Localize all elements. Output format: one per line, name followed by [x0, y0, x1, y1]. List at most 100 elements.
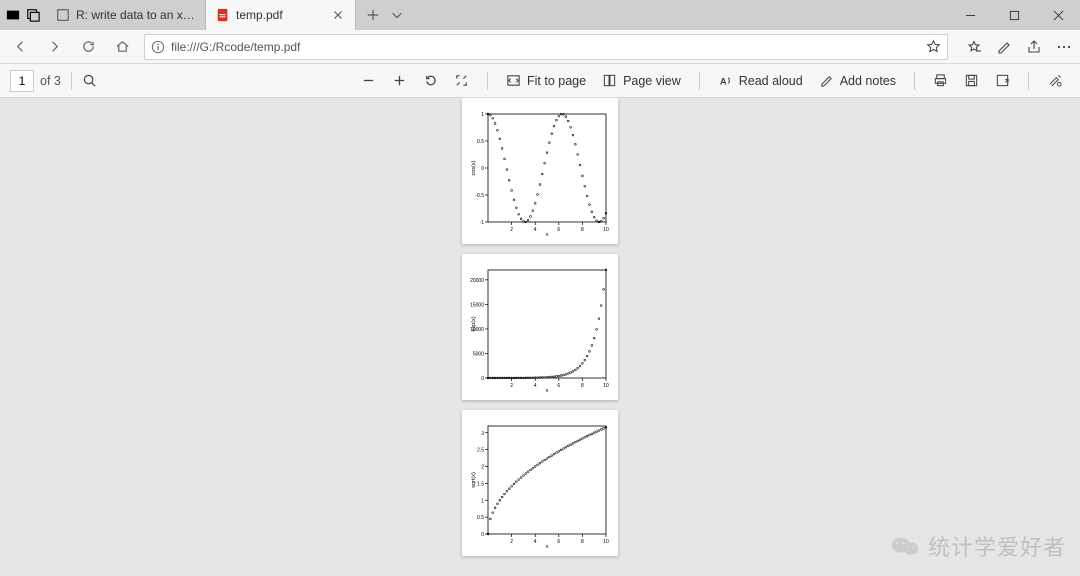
fit-label: Fit to page [527, 74, 586, 88]
pdf-settings-icon [1047, 73, 1062, 88]
svg-text:0: 0 [481, 166, 484, 172]
separator [487, 72, 488, 90]
minimize-button[interactable] [948, 0, 992, 30]
plot-exp: 24681005000100001500020000xexp(x) [470, 264, 610, 394]
close-button[interactable] [1036, 0, 1080, 30]
svg-text:4: 4 [534, 539, 537, 545]
tab-background[interactable]: R: write data to an xlsx file [46, 0, 206, 30]
plot-cos: 246810-1-0.500.51xcos(x) [470, 108, 610, 238]
url-field[interactable]: file:///G:/Rcode/temp.pdf [144, 34, 948, 60]
search-icon[interactable] [82, 73, 97, 88]
more-icon[interactable] [1056, 39, 1072, 55]
address-bar: file:///G:/Rcode/temp.pdf [0, 30, 1080, 64]
page-icon [56, 8, 70, 22]
svg-text:8: 8 [581, 383, 584, 389]
svg-text:3: 3 [481, 431, 484, 437]
svg-text:1: 1 [481, 112, 484, 118]
pdf-viewport[interactable]: 246810-1-0.500.51xcos(x) 246810050001000… [0, 98, 1080, 576]
favorites-list-icon[interactable] [966, 39, 982, 55]
page-view-button[interactable]: Page view [594, 64, 689, 97]
chevron-down-icon[interactable] [390, 8, 404, 22]
svg-text:4: 4 [534, 383, 537, 389]
wechat-icon [890, 534, 920, 558]
svg-text:8: 8 [581, 539, 584, 545]
separator [1028, 72, 1029, 90]
save-icon [964, 73, 979, 88]
url-text: file:///G:/Rcode/temp.pdf [171, 40, 300, 54]
svg-text:sqrt(x): sqrt(x) [471, 472, 477, 488]
svg-text:0: 0 [481, 532, 484, 538]
maximize-button[interactable] [992, 0, 1036, 30]
tab-actions [356, 0, 414, 30]
pdf-page-1: 246810-1-0.500.51xcos(x) [462, 98, 618, 244]
pageview-label: Page view [623, 74, 681, 88]
fit-to-page-button[interactable]: Fit to page [498, 64, 594, 97]
back-button[interactable] [8, 35, 32, 59]
svg-text:20000: 20000 [470, 278, 484, 284]
info-icon [151, 40, 165, 54]
svg-text:0.5: 0.5 [477, 139, 484, 145]
home-button[interactable] [110, 35, 134, 59]
svg-text:10: 10 [603, 539, 609, 545]
pdf-settings-button[interactable] [1039, 64, 1070, 97]
new-tab-icon[interactable] [366, 8, 380, 22]
svg-text:6: 6 [557, 383, 560, 389]
saveas-icon [995, 73, 1010, 88]
svg-text:1: 1 [481, 498, 484, 504]
tab-label: R: write data to an xlsx file [76, 8, 195, 22]
page-number-input[interactable] [10, 70, 34, 92]
expand-button[interactable] [446, 64, 477, 97]
print-button[interactable] [925, 64, 956, 97]
watermark: 统计学爱好者 [890, 530, 1066, 562]
svg-text:2: 2 [510, 227, 513, 233]
window-controls [948, 0, 1080, 30]
taskbar-icons [0, 0, 46, 30]
add-notes-button[interactable]: Add notes [811, 64, 904, 97]
svg-text:2: 2 [510, 383, 513, 389]
svg-text:-0.5: -0.5 [475, 193, 484, 199]
forward-button[interactable] [42, 35, 66, 59]
share-icon[interactable] [1026, 39, 1042, 55]
svg-text:2: 2 [481, 465, 484, 471]
tab-label: temp.pdf [236, 8, 325, 22]
separator [914, 72, 915, 90]
zoom-out-button[interactable] [353, 64, 384, 97]
rotate-button[interactable] [415, 64, 446, 97]
svg-text:6: 6 [557, 539, 560, 545]
print-icon [933, 73, 948, 88]
tab-active[interactable]: temp.pdf [206, 0, 356, 30]
page-count-label: of 3 [40, 74, 61, 88]
save-button[interactable] [956, 64, 987, 97]
close-icon[interactable] [331, 8, 345, 22]
fit-icon [506, 73, 521, 88]
svg-text:x: x [546, 544, 549, 550]
task-icon-1 [6, 8, 20, 22]
pdf-toolbar: of 3 Fit to page Page view A Read aloud … [0, 64, 1080, 98]
svg-text:0: 0 [481, 376, 484, 382]
svg-text:0.5: 0.5 [477, 515, 484, 521]
svg-text:2: 2 [510, 539, 513, 545]
svg-text:15000: 15000 [470, 302, 484, 308]
svg-text:x: x [546, 232, 549, 238]
refresh-button[interactable] [76, 35, 100, 59]
pdf-icon [216, 8, 230, 22]
favorite-icon[interactable] [926, 39, 941, 54]
watermark-text: 统计学爱好者 [928, 530, 1066, 562]
addnotes-icon [819, 73, 834, 88]
svg-text:cos(x): cos(x) [471, 160, 477, 175]
saveas-button[interactable] [987, 64, 1018, 97]
svg-text:10: 10 [603, 383, 609, 389]
notes-icon[interactable] [996, 39, 1012, 55]
read-aloud-button[interactable]: A Read aloud [710, 64, 811, 97]
plot-sqrt: 24681000.511.522.53xsqrt(x) [470, 420, 610, 550]
svg-text:-1: -1 [480, 220, 485, 226]
tab-strip: R: write data to an xlsx file temp.pdf [0, 0, 1080, 30]
readaloud-label: Read aloud [739, 74, 803, 88]
pdf-page-3: 24681000.511.522.53xsqrt(x) [462, 410, 618, 556]
addnotes-label: Add notes [840, 74, 896, 88]
zoom-in-button[interactable] [384, 64, 415, 97]
svg-text:5000: 5000 [473, 351, 484, 357]
addrbar-right-icons [958, 39, 1072, 55]
svg-text:x: x [546, 388, 549, 394]
svg-text:8: 8 [581, 227, 584, 233]
